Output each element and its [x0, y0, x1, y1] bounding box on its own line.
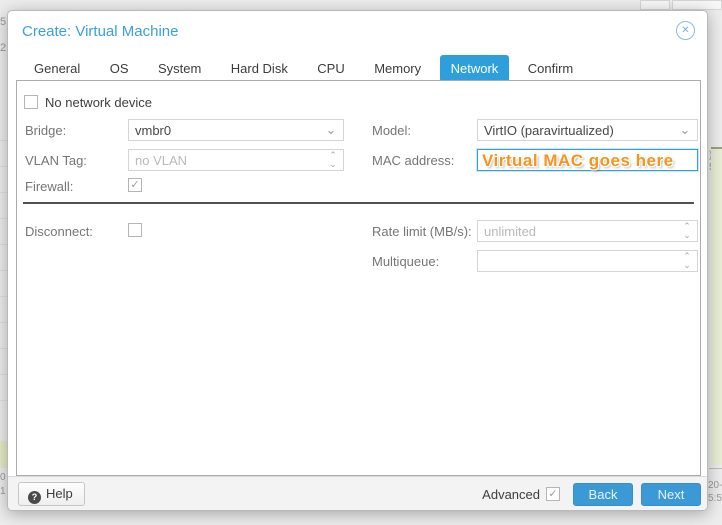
background-gridline	[0, 270, 7, 271]
spinner-arrows-icon[interactable]: ⌃⌄	[680, 252, 694, 271]
background-grid-cell	[672, 0, 722, 10]
vlan-tag-spinner[interactable]: ⌃⌄	[128, 149, 344, 171]
help-label: Help	[46, 486, 73, 501]
background-chart-fragment	[0, 441, 7, 468]
background-gridline	[0, 374, 7, 375]
advanced-label: Advanced	[482, 487, 540, 502]
back-button[interactable]: Back	[573, 483, 633, 506]
close-icon[interactable]: ✕	[676, 21, 695, 40]
network-form-panel: No network device Bridge: ⌄ VLAN Tag: ⌃⌄…	[16, 80, 701, 476]
rate-limit-spinner[interactable]: ⌃⌄	[477, 220, 698, 242]
multiqueue-label: Multiqueue:	[372, 254, 439, 269]
background-gridline	[0, 192, 7, 193]
multiqueue-input[interactable]	[478, 251, 697, 271]
spinner-down-icon[interactable]: ⌄	[683, 261, 691, 270]
bridge-input[interactable]	[129, 120, 343, 140]
background-gridline	[0, 400, 7, 401]
firewall-checkbox[interactable]: ✓	[128, 178, 142, 192]
background-fragment: 1	[0, 486, 6, 497]
rate-limit-input[interactable]	[478, 221, 697, 241]
background-gridline	[0, 140, 7, 141]
mac-address-input[interactable]: Virtual MAC goes here	[477, 149, 698, 171]
tab-system[interactable]: System	[147, 55, 212, 82]
background-gridline	[0, 218, 7, 219]
background-chart-fragment	[711, 147, 722, 465]
check-icon: ✓	[547, 488, 559, 500]
chevron-down-icon[interactable]: ⌄	[677, 120, 693, 140]
no-network-device-checkbox[interactable]	[24, 95, 38, 109]
background-fragment: 0	[0, 472, 6, 483]
mac-annotation-text: Virtual MAC goes here	[478, 150, 697, 171]
tab-memory[interactable]: Memory	[363, 55, 432, 82]
wizard-tab-bar: General OS System Hard Disk CPU Memory N…	[23, 55, 695, 83]
model-input[interactable]	[478, 120, 697, 140]
create-vm-dialog: Create: Virtual Machine ✕ General OS Sys…	[7, 10, 708, 511]
bridge-label: Bridge:	[25, 123, 66, 138]
tab-confirm[interactable]: Confirm	[517, 55, 585, 82]
background-grid-cell	[640, 0, 670, 10]
background-fragment: 5:5	[708, 493, 722, 504]
dialog-title: Create: Virtual Machine	[22, 23, 178, 40]
tab-cpu[interactable]: CPU	[306, 55, 355, 82]
spinner-down-icon[interactable]: ⌄	[683, 231, 691, 240]
background-gridline	[0, 348, 7, 349]
help-button[interactable]: ? Help	[18, 482, 85, 506]
background-gridline	[0, 244, 7, 245]
tab-general[interactable]: General	[23, 55, 91, 82]
dialog-title-bar: Create: Virtual Machine ✕	[22, 21, 695, 45]
tab-os[interactable]: OS	[99, 55, 140, 82]
background-gridline	[0, 296, 7, 297]
firewall-label: Firewall:	[25, 179, 73, 194]
spinner-down-icon[interactable]: ⌄	[329, 160, 337, 169]
background-gridline	[0, 322, 7, 323]
background-gridline	[0, 166, 7, 167]
no-network-device-label: No network device	[45, 95, 152, 110]
mac-address-label: MAC address:	[372, 153, 454, 168]
check-icon: ✓	[129, 179, 141, 191]
advanced-checkbox[interactable]: ✓	[546, 487, 560, 501]
spinner-arrows-icon[interactable]: ⌃⌄	[680, 222, 694, 241]
vlan-tag-input[interactable]	[129, 150, 343, 170]
spinner-arrows-icon[interactable]: ⌃⌄	[326, 151, 340, 170]
vlan-tag-label: VLAN Tag:	[25, 153, 87, 168]
rate-limit-label: Rate limit (MB/s):	[372, 224, 472, 239]
model-combo[interactable]: ⌄	[477, 119, 698, 141]
help-icon: ?	[28, 491, 41, 504]
tab-network[interactable]: Network	[440, 55, 510, 82]
advanced-section-divider	[23, 202, 694, 204]
disconnect-checkbox[interactable]	[128, 223, 142, 237]
dialog-footer: ? Help Advanced ✓ Back Next	[8, 476, 707, 510]
background-gridline	[709, 468, 722, 469]
footer-actions: Advanced ✓ Back Next	[482, 482, 701, 506]
multiqueue-spinner[interactable]: ⌃⌄	[477, 250, 698, 272]
background-fragment: 20-	[708, 480, 722, 491]
next-button[interactable]: Next	[641, 483, 701, 506]
tab-hard-disk[interactable]: Hard Disk	[220, 55, 299, 82]
bridge-combo[interactable]: ⌄	[128, 119, 344, 141]
disconnect-label: Disconnect:	[25, 224, 93, 239]
chevron-down-icon[interactable]: ⌄	[323, 120, 339, 140]
model-label: Model:	[372, 123, 411, 138]
